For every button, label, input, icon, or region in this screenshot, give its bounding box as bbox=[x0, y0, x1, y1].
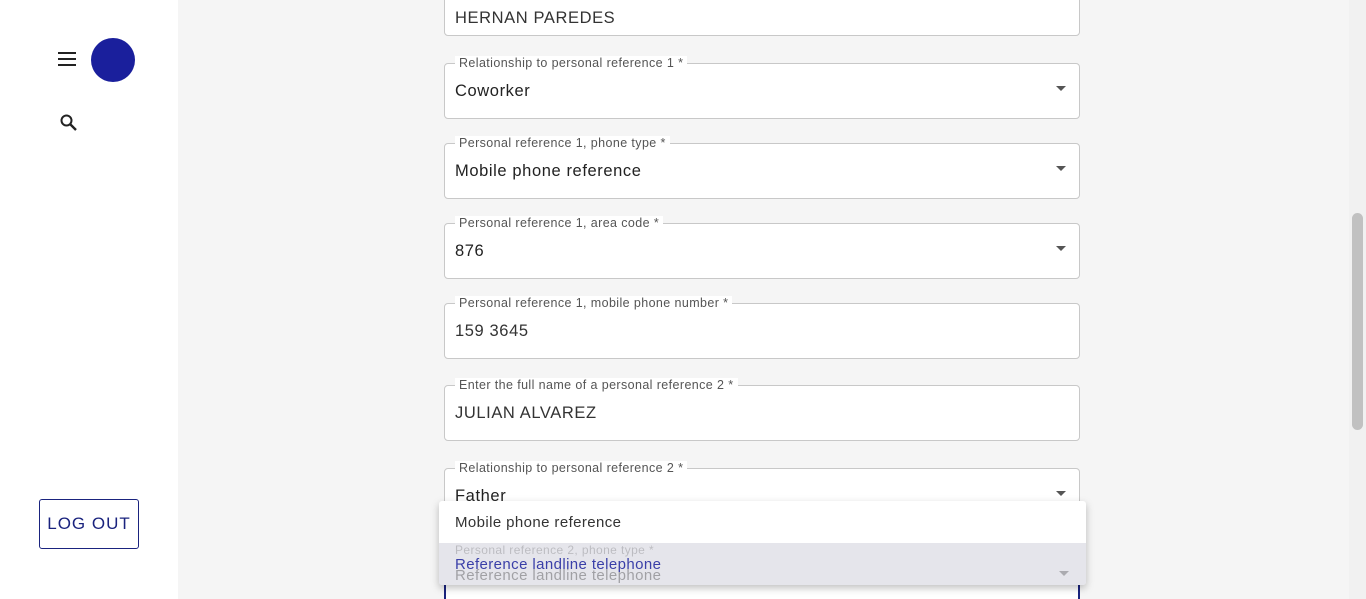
reference-1-relationship-select[interactable]: Relationship to personal reference 1 * C… bbox=[444, 56, 1080, 119]
field-label: Relationship to personal reference 2 * bbox=[455, 461, 688, 475]
field-label: Enter the full name of a personal refere… bbox=[455, 378, 738, 392]
dropdown-option-mobile[interactable]: Mobile phone reference bbox=[439, 501, 1086, 543]
field-label: Relationship to personal reference 1 * bbox=[455, 56, 688, 70]
reference-1-name-value: HERNAN PAREDES bbox=[455, 9, 616, 27]
field-label: Personal reference 1, mobile phone numbe… bbox=[455, 296, 733, 310]
logout-button[interactable]: LOG OUT bbox=[39, 499, 139, 549]
dropdown-arrow-icon bbox=[1056, 491, 1066, 496]
sidebar: LOG OUT bbox=[0, 0, 178, 599]
reference-1-area-code-select[interactable]: Personal reference 1, area code * 876 bbox=[444, 216, 1080, 279]
underlying-field-value: Reference landline telephone bbox=[455, 567, 662, 584]
dropdown-arrow-icon bbox=[1056, 166, 1066, 171]
scrollbar-thumb[interactable] bbox=[1352, 213, 1363, 430]
dropdown-arrow-icon bbox=[1056, 86, 1066, 91]
field-value: 159 3645 bbox=[455, 322, 529, 340]
field-value: Coworker bbox=[455, 82, 531, 100]
search-icon[interactable] bbox=[56, 110, 82, 136]
scrollbar[interactable] bbox=[1349, 0, 1366, 599]
reference-1-phone-type-select[interactable]: Personal reference 1, phone type * Mobil… bbox=[444, 136, 1080, 199]
field-value: JULIAN ALVAREZ bbox=[455, 404, 597, 422]
reference-1-mobile-number-input[interactable]: Personal reference 1, mobile phone numbe… bbox=[444, 296, 1080, 359]
hamburger-menu-icon[interactable] bbox=[54, 46, 80, 72]
reference-1-name-field[interactable]: HERNAN PAREDES bbox=[444, 0, 1080, 36]
field-value: 876 bbox=[455, 242, 485, 260]
field-label: Personal reference 1, phone type * bbox=[455, 136, 670, 150]
reference-2-name-input[interactable]: Enter the full name of a personal refere… bbox=[444, 378, 1080, 441]
field-value: Mobile phone reference bbox=[455, 162, 642, 180]
phone-type-dropdown-menu: Mobile phone reference Reference landline… bbox=[439, 501, 1086, 585]
dropdown-arrow-icon bbox=[1056, 246, 1066, 251]
underlying-field-label: Personal reference 2, phone type * bbox=[455, 543, 655, 557]
dropdown-arrow-icon bbox=[1059, 571, 1069, 576]
avatar[interactable] bbox=[91, 38, 135, 82]
field-label: Personal reference 1, area code * bbox=[455, 216, 664, 230]
